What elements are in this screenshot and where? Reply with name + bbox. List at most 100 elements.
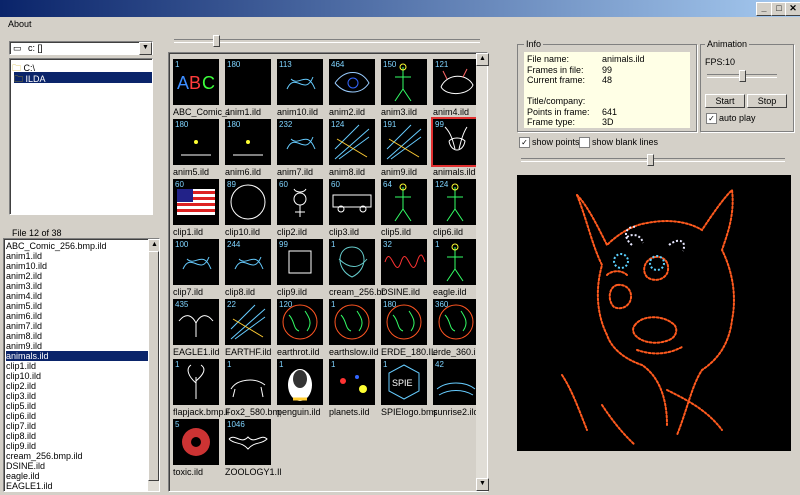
thumbnail-frame-count: 180: [383, 300, 397, 309]
thumbnail-art: ABC: [177, 73, 215, 93]
thumbnail[interactable]: 1: [329, 359, 375, 405]
top-slider[interactable]: [170, 34, 484, 48]
thumbnail[interactable]: 89: [225, 179, 271, 225]
chevron-down-icon[interactable]: ▼: [139, 42, 152, 55]
thumbnail-label: anim1.ild: [225, 107, 262, 117]
menu-about[interactable]: About: [8, 19, 32, 29]
thumbnail[interactable]: 180: [381, 299, 427, 345]
file-list-item[interactable]: anim4.ild: [6, 291, 42, 301]
file-list-item[interactable]: anim6.ild: [6, 311, 42, 321]
file-list-item[interactable]: clip3.ild: [6, 391, 36, 401]
file-list-item[interactable]: clip7.ild: [6, 421, 36, 431]
thumbnail[interactable]: 1: [329, 239, 375, 285]
show-blank-lines-checkbox[interactable]: [579, 137, 590, 148]
thumbnail[interactable]: 113: [277, 59, 323, 105]
thumbnail-frame-count: 60: [331, 180, 340, 189]
file-list-item[interactable]: EAGLE1.ild: [6, 481, 53, 491]
file-list-item[interactable]: anim10.ild: [6, 261, 47, 271]
thumbnail[interactable]: 1: [329, 299, 375, 345]
fps-slider[interactable]: [707, 69, 777, 82]
thumbnail-scrollbar[interactable]: ▲ ▼: [476, 53, 489, 491]
thumbnail[interactable]: 32: [381, 239, 427, 285]
thumbnail[interactable]: 60: [329, 179, 375, 225]
drive-select[interactable]: ▭ c: [] ▼: [9, 41, 153, 55]
thumbnail-label: clip9.ild: [277, 287, 308, 297]
show-points-checkbox[interactable]: ✓: [519, 137, 530, 148]
thumbnail[interactable]: 464: [329, 59, 375, 105]
thumbnail[interactable]: 180: [225, 59, 271, 105]
file-list-item[interactable]: anim1.ild: [6, 251, 42, 261]
thumbnail[interactable]: ABC 1: [173, 59, 219, 105]
thumbnail-label: toxic.ild: [173, 467, 204, 477]
thumbnail[interactable]: 5: [173, 419, 219, 465]
thumbnail[interactable]: 244: [225, 239, 271, 285]
fps-slider-knob[interactable]: [739, 70, 746, 82]
thumbnail[interactable]: 1: [277, 359, 323, 405]
auto-play-label: auto play: [719, 113, 756, 123]
thumbnail[interactable]: 232: [277, 119, 323, 165]
thumbnail[interactable]: 120: [277, 299, 323, 345]
file-list-item[interactable]: cream_256.bmp.ild: [6, 451, 83, 461]
thumbnail[interactable]: 1: [433, 239, 479, 285]
scroll-down-icon[interactable]: ▼: [476, 478, 489, 491]
thumbnail-frame-count: 99: [435, 120, 444, 129]
thumbnail[interactable]: 124: [433, 179, 479, 225]
thumbnail[interactable]: 360: [433, 299, 479, 345]
thumbnail[interactable]: 100: [173, 239, 219, 285]
thumbnail[interactable]: 42: [433, 359, 479, 405]
file-list-item[interactable]: clip2.ild: [6, 381, 36, 391]
file-list-item[interactable]: eagle.ild: [6, 471, 40, 481]
stop-button[interactable]: Stop: [747, 94, 787, 108]
frame-slider[interactable]: [517, 153, 789, 167]
scroll-thumb[interactable]: [148, 251, 159, 481]
thumbnail[interactable]: 124: [329, 119, 375, 165]
thumbnail[interactable]: 1: [173, 359, 219, 405]
frame-slider-knob[interactable]: [647, 154, 655, 166]
file-list-item[interactable]: clip9.ild: [6, 441, 36, 451]
auto-play-checkbox[interactable]: ✓: [706, 113, 717, 124]
file-list-scrollbar[interactable]: ▲: [148, 239, 159, 491]
top-slider-knob[interactable]: [213, 35, 220, 47]
file-list-item[interactable]: anim7.ild: [6, 321, 42, 331]
thumbnail[interactable]: 121: [433, 59, 479, 105]
drive-select-icon: ▭: [13, 43, 22, 53]
minimize-button[interactable]: _: [756, 2, 772, 16]
svg-text:SPIE: SPIE: [392, 378, 413, 388]
thumbnail[interactable]: 22: [225, 299, 271, 345]
file-list-item[interactable]: anim3.ild: [6, 281, 42, 291]
file-list-item[interactable]: clip10.ild: [6, 371, 41, 381]
thumbnail-frame-count: 1: [175, 360, 180, 369]
thumbnail[interactable]: 60: [173, 179, 219, 225]
info-label: File name:: [527, 54, 570, 64]
thumbnail[interactable]: 1: [225, 359, 271, 405]
thumbnail[interactable]: 180: [173, 119, 219, 165]
thumbnail[interactable]: 435: [173, 299, 219, 345]
file-list-item[interactable]: anim5.ild: [6, 301, 42, 311]
file-list-item[interactable]: DSINE.ild: [6, 461, 45, 471]
thumbnail[interactable]: 180: [225, 119, 271, 165]
tree-item-ilda[interactable]: 🗀 ILDA: [14, 72, 152, 84]
file-list-item[interactable]: anim8.ild: [6, 331, 42, 341]
file-list-item[interactable]: ABC_Comic_256.bmp.ild: [6, 241, 107, 251]
file-list-item[interactable]: clip5.ild: [6, 401, 36, 411]
scroll-up-icon[interactable]: ▲: [476, 53, 489, 66]
thumbnail-label: anim6.ild: [225, 167, 262, 177]
file-list-item[interactable]: anim2.ild: [6, 271, 42, 281]
file-list-item[interactable]: anim9.ild: [6, 341, 42, 351]
thumbnail[interactable]: 1046: [225, 419, 271, 465]
file-list-item[interactable]: clip6.ild: [6, 411, 36, 421]
thumbnail[interactable]: 64: [381, 179, 427, 225]
thumbnail[interactable]: SPIE 1: [381, 359, 427, 405]
file-list-item[interactable]: clip8.ild: [6, 431, 36, 441]
thumbnail-art: [187, 364, 205, 399]
thumbnail[interactable]: 60: [277, 179, 323, 225]
close-button[interactable]: ✕: [785, 2, 800, 16]
start-button[interactable]: Start: [705, 94, 745, 108]
thumbnail[interactable]: 191: [381, 119, 427, 165]
thumbnail-label: anim3.ild: [381, 107, 418, 117]
file-list-item[interactable]: clip1.ild: [6, 361, 36, 371]
thumbnail[interactable]: 99: [431, 117, 481, 167]
thumbnail[interactable]: 99: [277, 239, 323, 285]
thumbnail[interactable]: 150: [381, 59, 427, 105]
file-list-item[interactable]: animals.ild: [6, 351, 148, 361]
